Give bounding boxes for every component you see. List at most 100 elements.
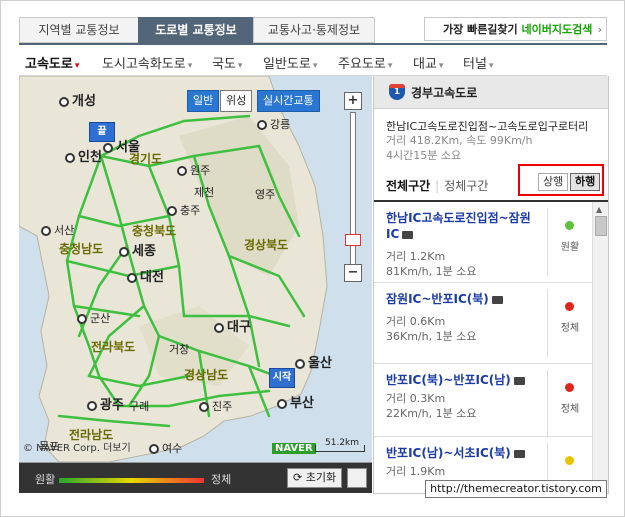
panel-title: 경부고속도로	[411, 86, 478, 100]
place-yeongju: 영주	[255, 188, 276, 201]
place-gyeongbuk: 경상북도	[244, 238, 289, 252]
map-satellite-button[interactable]: 위성	[220, 90, 253, 112]
place-daegu: 대구	[214, 316, 251, 335]
place-busan: 부산	[277, 392, 314, 411]
place-gyeongnam: 경상남도	[184, 368, 229, 382]
menu-bridge[interactable]: 대교 ▾	[413, 53, 443, 72]
place-gwangju: 광주	[87, 394, 124, 413]
place-geochang: 거창	[169, 343, 190, 356]
place-incheon: 인천	[65, 146, 102, 165]
route-distance-speed: 거리 418.2Km, 속도 99Km/h	[386, 134, 533, 147]
refresh-icon: ⟳	[293, 471, 306, 484]
end-pin-marker[interactable]: 끝	[89, 122, 115, 142]
segment-name[interactable]: 잠원IC~반포IC(북)	[386, 291, 536, 307]
caret-down-icon: ▾	[387, 61, 393, 71]
segment-status: 정체	[560, 323, 580, 334]
segment-list: 한남IC고속도로진입점~잠원IC 거리 1.2Km 81Km/h, 1분 소요 …	[374, 202, 592, 493]
cctv-camera-icon[interactable]	[491, 295, 503, 304]
traffic-color-gradient	[59, 478, 204, 483]
section-tabs: 전체구간 | 정체구간	[386, 179, 489, 193]
naver-map-search-text: 네이버지도검색	[521, 23, 593, 36]
route-detail-panel: 1 경부고속도로 한남IC고속도로진입점~고속도로입구로터리 거리 418.2K…	[373, 76, 609, 494]
status-dot-icon	[565, 302, 574, 311]
direction-down-button[interactable]: 하행	[570, 173, 601, 191]
place-sejong: 세종	[119, 240, 156, 259]
direction-toggle: 상행 하행	[518, 164, 604, 196]
place-chungbuk: 충청북도	[132, 224, 177, 238]
naver-logo: NAVER	[272, 443, 316, 454]
menu-expressway-label: 고속도로	[25, 57, 73, 72]
place-gyeonggi: 경기도	[129, 152, 163, 166]
place-gunsan: 군산	[77, 310, 110, 326]
segment-distance: 거리 1.2Km	[386, 250, 446, 263]
panel-header: 1 경부고속도로	[374, 76, 608, 109]
caret-down-icon: ▾	[74, 61, 80, 71]
menu-expressway[interactable]: 고속도로 ▾	[25, 53, 79, 72]
reset-button[interactable]: ⟳ 초기화	[287, 468, 343, 488]
fullscreen-button[interactable]	[347, 468, 367, 488]
segment-name[interactable]: 한남IC고속도로진입점~잠원IC	[386, 210, 536, 242]
traffic-map[interactable]: 일반 위성 실시간교통 개성 인천 서울 경기도 강릉 원주 제천 충주 영주 …	[19, 76, 372, 463]
status-dot-icon	[565, 383, 574, 392]
tab-regional-traffic[interactable]: 지역별 교통정보	[19, 17, 139, 43]
tab-road-traffic[interactable]: 도로별 교통정보	[138, 17, 254, 43]
map-scale-bar	[315, 445, 365, 452]
segment-status: 원활	[560, 242, 580, 253]
zoom-out-button[interactable]: −	[344, 264, 362, 282]
tab-accident-control[interactable]: 교통사고·통제정보	[253, 17, 375, 43]
map-normal-button[interactable]: 일반	[187, 90, 220, 112]
place-ulsan: 울산	[295, 352, 332, 371]
menu-urban-expressway[interactable]: 도시고속화도로 ▾	[102, 53, 192, 72]
tab-congested-sections[interactable]: 정체구간	[444, 179, 488, 193]
status-dot-icon	[565, 456, 574, 465]
segment-name[interactable]: 반포IC(남)~서초IC(북)	[386, 445, 536, 461]
menu-general-road[interactable]: 일반도로 ▾	[263, 53, 317, 72]
segment-speed: 81Km/h, 1분 소요	[386, 265, 477, 278]
cctv-camera-icon[interactable]	[513, 376, 525, 385]
zoom-slider-handle[interactable]	[345, 234, 361, 246]
map-realtime-traffic-button[interactable]: 실시간교통	[257, 90, 320, 112]
menu-bridge-label: 대교	[413, 57, 437, 72]
zoom-control: + −	[344, 92, 362, 284]
direction-up-button[interactable]: 상행	[538, 173, 569, 191]
status-dot-icon	[565, 221, 574, 230]
map-copyright: © NAVER Corp. 더보기	[23, 443, 131, 454]
chevron-right-icon: ›	[597, 23, 602, 36]
segment-row[interactable]: 반포IC(북)~반포IC(남) 거리 0.3Km 22Km/h, 1분 소요 정…	[374, 364, 592, 438]
place-chungju: 충주	[167, 202, 200, 218]
segment-distance: 거리 0.3Km	[386, 392, 446, 405]
route-travel-time: 4시간15분 소요	[386, 149, 462, 162]
segment-row[interactable]: 한남IC고속도로진입점~잠원IC 거리 1.2Km 81Km/h, 1분 소요 …	[374, 202, 592, 283]
menu-tunnel[interactable]: 터널 ▾	[463, 53, 493, 72]
menu-general-road-label: 일반도로	[263, 57, 311, 72]
place-gaeseong: 개성	[59, 90, 96, 109]
caret-down-icon: ▾	[237, 61, 243, 71]
segment-list-scrollbar[interactable]: ▲	[592, 202, 608, 493]
fastest-route-link[interactable]: 가장 빠른길찾기 네이버지도검색 ›	[424, 17, 607, 41]
caret-down-icon: ▾	[488, 61, 494, 71]
caret-down-icon: ▾	[438, 61, 444, 71]
fastest-route-text: 가장 빠른길찾기	[443, 23, 522, 36]
scroll-up-arrow-icon[interactable]: ▲	[596, 205, 602, 214]
map-canvas	[19, 76, 328, 462]
menu-major-road[interactable]: 주요도로 ▾	[338, 53, 392, 72]
segment-speed: 22Km/h, 1분 소요	[386, 407, 477, 420]
place-jeonbuk: 전라북도	[91, 340, 136, 354]
segment-row[interactable]: 잠원IC~반포IC(북) 거리 0.6Km 36Km/h, 1분 소요 정체	[374, 283, 592, 364]
start-pin-marker[interactable]: 시작	[269, 368, 295, 388]
top-tabs-underline	[19, 43, 607, 45]
segment-name[interactable]: 반포IC(북)~반포IC(남)	[386, 372, 536, 388]
place-yeosu: 여수	[149, 440, 182, 456]
scrollbar-thumb[interactable]	[595, 216, 607, 236]
segment-distance: 거리 1.9Km	[386, 465, 446, 478]
menu-tunnel-label: 터널	[463, 57, 487, 72]
source-url-watermark: http://themecreator.tistory.com	[425, 480, 607, 498]
place-daejeon: 대전	[127, 266, 164, 285]
tab-all-sections[interactable]: 전체구간	[386, 179, 430, 193]
menu-national-road[interactable]: 국도 ▾	[212, 53, 242, 72]
legend-congested-label: 정체	[211, 473, 232, 486]
zoom-in-button[interactable]: +	[344, 92, 362, 110]
cctv-camera-icon[interactable]	[513, 449, 525, 458]
cctv-camera-icon[interactable]	[402, 230, 414, 239]
caret-down-icon: ▾	[312, 61, 318, 71]
